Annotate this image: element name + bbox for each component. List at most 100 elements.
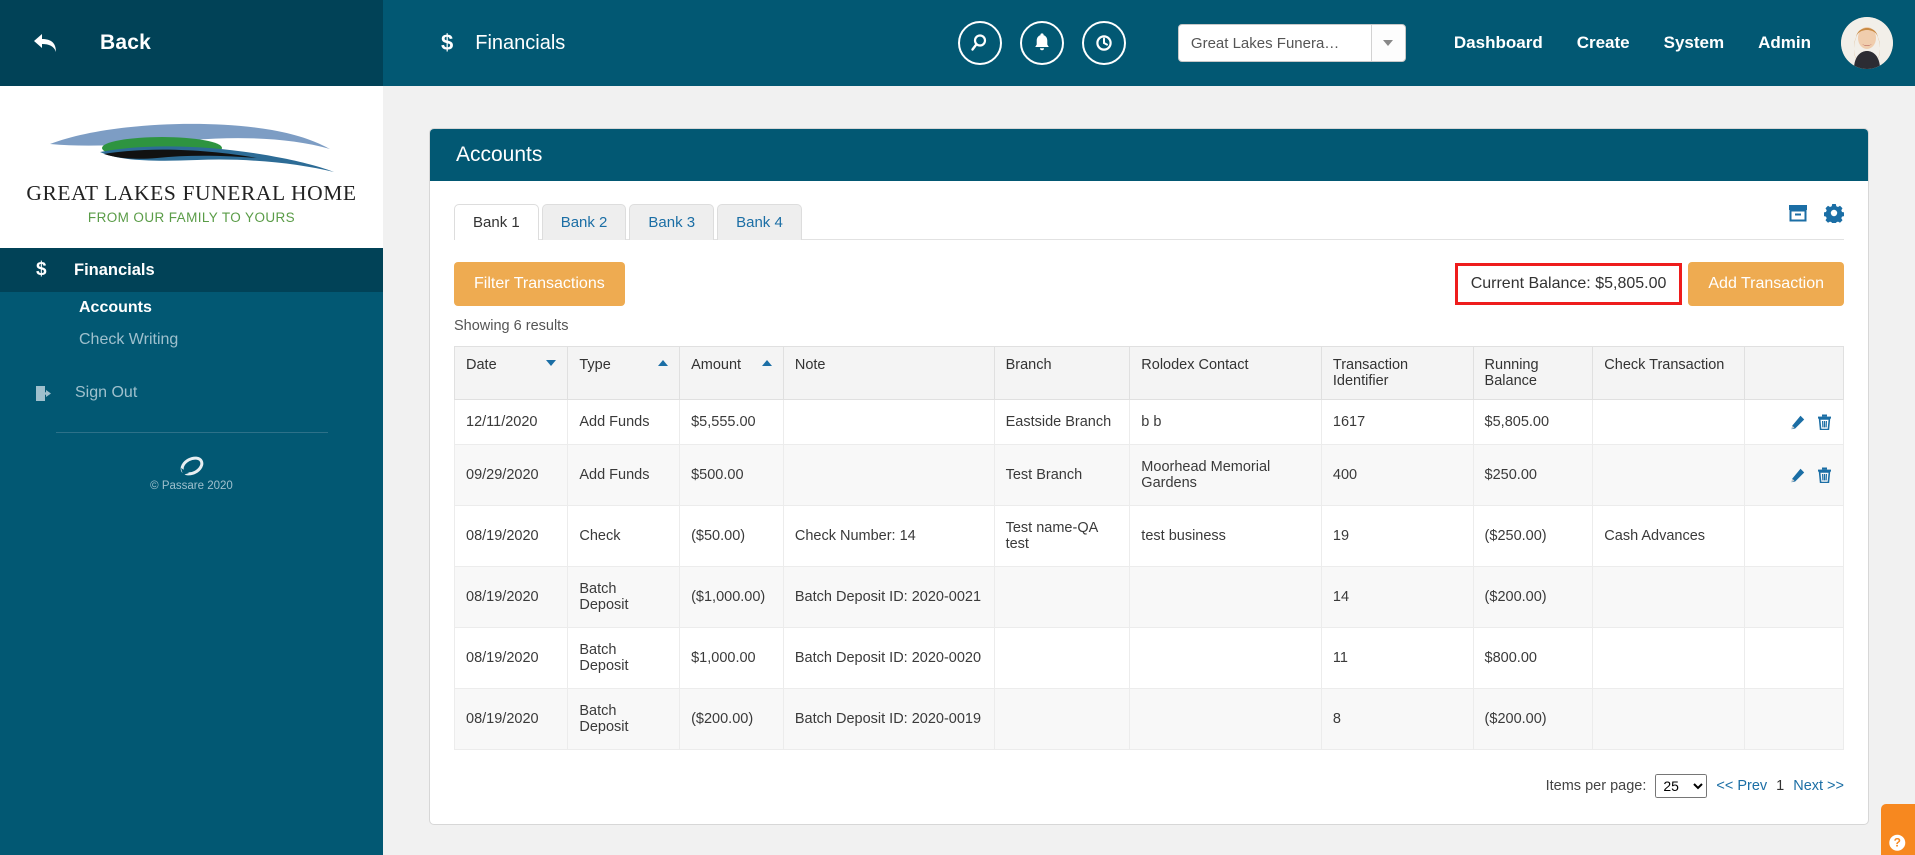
cell-actions [1743,444,1845,507]
cell-transaction-identifier: 14 [1320,566,1474,629]
col-amount[interactable]: Amount [679,346,784,400]
add-transaction-button[interactable]: Add Transaction [1688,262,1844,306]
sidebar-item-check-writing[interactable]: Check Writing [79,324,383,356]
cell-running-balance: ($250.00) [1472,505,1594,568]
nav-link-create[interactable]: Create [1577,33,1630,53]
cell-check-transaction [1592,444,1745,507]
edit-icon[interactable] [1778,467,1805,483]
cell-actions [1743,505,1845,568]
edit-icon [1791,415,1805,429]
edit-icon[interactable] [1778,414,1805,430]
prev-page-link[interactable]: << Prev [1716,778,1767,794]
col-note[interactable]: Note [782,346,995,400]
col-date[interactable]: Date [453,346,569,400]
back-label: Back [100,31,152,54]
cell-note: Check Number: 14 [782,505,995,568]
next-page-link[interactable]: Next >> [1793,778,1844,794]
panel-tool-icons [1788,203,1845,240]
cell-type: Batch Deposit [567,566,681,629]
filter-transactions-button[interactable]: Filter Transactions [454,262,625,306]
sidebar-section-financials[interactable]: $ Financials [0,248,383,292]
sidebar: Back GREAT LAKES FUNERAL HOME FROM OUR F… [0,0,383,855]
question-circle-icon: ? [1890,834,1907,851]
sidebar-item-accounts[interactable]: Accounts [79,292,383,324]
cell-running-balance: ($200.00) [1472,566,1594,629]
cell-amount: $5,555.00 [679,399,784,446]
cell-rolodex-contact [1129,566,1322,629]
archive-box-icon[interactable] [1788,204,1808,227]
cell-check-transaction [1592,399,1745,446]
dollar-icon: $ [441,30,454,55]
main-area: $ Financials Great Lakes Funera… Dashboa… [383,0,1915,855]
gear-icon[interactable] [1823,203,1845,228]
cell-running-balance: $800.00 [1472,627,1594,690]
tab-bank-1[interactable]: Bank 1 [454,204,539,240]
cell-note [782,399,995,446]
search-icon[interactable] [957,21,1002,65]
cell-rolodex-contact: b b [1129,399,1322,446]
col-actions [1743,346,1845,400]
table-row: 08/19/2020 Batch Deposit ($200.00) Batch De… [453,688,1845,751]
cell-check-transaction [1592,627,1745,690]
organization-select-value: Great Lakes Funera… [1190,34,1340,52]
tab-bank-2[interactable]: Bank 2 [541,204,627,240]
cell-amount: $500.00 [679,444,784,507]
dollar-icon: $ [36,259,47,280]
tab-bank-4[interactable]: Bank 4 [717,204,802,240]
panel-body: Bank 1 Bank 2 Bank 3 Bank 4 Filter Trans… [430,181,1868,824]
nav-link-admin[interactable]: Admin [1758,33,1811,53]
cell-rolodex-contact: test business [1129,505,1322,568]
cell-amount: $1,000.00 [679,627,784,690]
table-row: 09/29/2020 Add Funds $500.00 Test Branch Moo… [453,444,1845,507]
delete-icon[interactable] [1805,467,1832,484]
col-type[interactable]: Type [567,346,681,400]
chevron-down-icon[interactable] [1370,25,1405,61]
items-per-page-select[interactable]: 102550100 [1655,774,1708,799]
cell-actions [1743,688,1845,751]
nav-link-system[interactable]: System [1664,33,1724,53]
delete-icon [1818,467,1831,484]
cell-type: Batch Deposit [567,627,681,690]
support-tab[interactable]: ? Support [1881,804,1915,855]
logo-wave-graphic [49,123,334,172]
col-branch[interactable]: Branch [993,346,1131,400]
nav-link-dashboard[interactable]: Dashboard [1454,33,1543,53]
avatar[interactable] [1841,17,1893,69]
logo-subtitle: FROM OUR FAMILY TO YOURS [87,209,296,225]
cell-date: 08/19/2020 [453,566,569,629]
delete-icon [1818,414,1831,431]
organization-select[interactable]: Great Lakes Funera… [1177,24,1406,62]
cell-amount: ($1,000.00) [679,566,784,629]
cell-date: 09/29/2020 [453,444,569,507]
cell-branch: Test name-QA test [993,505,1131,568]
col-rolodex-contact[interactable]: Rolodex Contact [1129,346,1322,400]
content-area: Accounts Bank 1 Bank 2 Bank 3 Bank 4 Fil… [383,86,1915,855]
cell-check-transaction [1592,688,1745,751]
current-balance-display: Current Balance: $5,805.00 [1454,263,1683,305]
cell-rolodex-contact [1129,688,1322,751]
notifications-bell-icon[interactable] [1019,21,1064,65]
cell-type: Add Funds [567,444,681,507]
cell-date: 12/11/2020 [453,399,569,446]
table-row: 08/19/2020 Batch Deposit $1,000.00 Batch De… [453,627,1845,690]
sign-out-button[interactable]: Sign Out [0,384,383,402]
passare-ring-icon [180,456,203,476]
back-button[interactable]: Back [0,0,383,86]
sidebar-submenu: Accounts Check Writing [0,292,383,356]
cell-date: 08/19/2020 [453,505,569,568]
transactions-table: Date Type Amount Note Branch Rolodex Con… [453,346,1845,751]
sign-out-icon [36,385,53,402]
cell-branch: Eastside Branch [993,399,1131,446]
delete-icon[interactable] [1805,414,1832,431]
tab-bank-3[interactable]: Bank 3 [629,204,715,240]
col-running-balance[interactable]: Running Balance [1472,346,1594,400]
clock-icon[interactable] [1081,21,1126,65]
col-check-transaction[interactable]: Check Transaction [1592,346,1745,400]
passare-footer: © Passare 2020 [0,455,383,492]
cell-amount: ($50.00) [679,505,784,568]
cell-note: Batch Deposit ID: 2020-0019 [782,688,995,751]
items-per-page-label: Items per page: [1545,778,1647,795]
cell-branch [993,566,1131,629]
cell-running-balance: $5,805.00 [1472,399,1594,446]
col-transaction-identifier[interactable]: Transaction Identifier [1320,346,1474,400]
